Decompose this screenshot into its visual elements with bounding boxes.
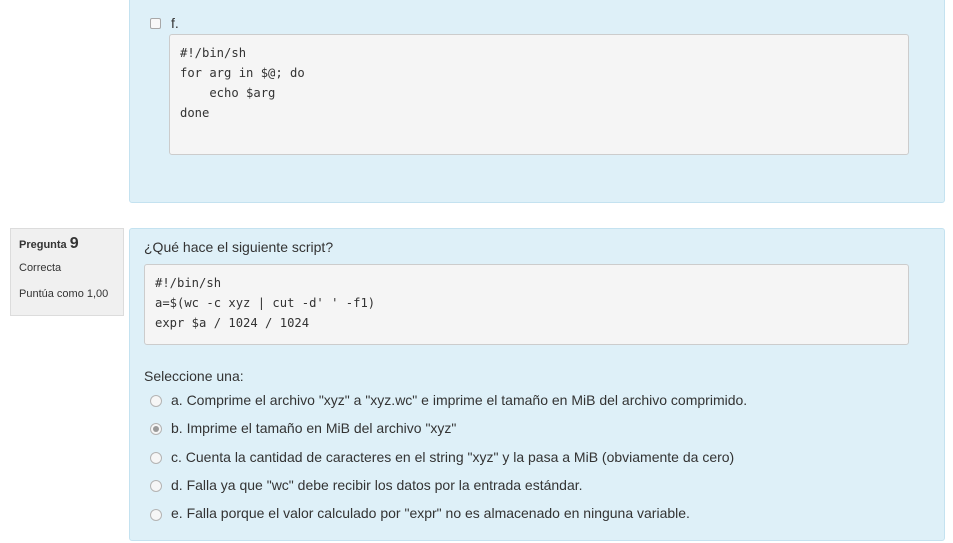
question-grade: Puntúa como 1,00 <box>19 288 109 300</box>
option-e-label[interactable]: e. Falla porque el valor calculado por "… <box>171 505 690 521</box>
option-f-code-block: #!/bin/sh for arg in $@; do echo $arg do… <box>169 34 909 155</box>
option-d-radio[interactable] <box>150 480 162 492</box>
question-info-panel: Pregunta 9 Correcta Puntúa como 1,00 <box>10 228 124 316</box>
option-d-label[interactable]: d. Falla ya que "wc" debe recibir los da… <box>171 477 583 493</box>
option-b-label[interactable]: b. Imprime el tamaño en MiB del archivo … <box>171 420 456 436</box>
option-f-checkbox[interactable] <box>150 18 161 29</box>
option-c-label[interactable]: c. Cuenta la cantidad de caracteres en e… <box>171 449 734 465</box>
option-b-radio[interactable] <box>150 423 162 435</box>
select-prompt: Seleccione una: <box>144 368 244 384</box>
option-f-label: f. <box>171 15 179 31</box>
option-a-radio[interactable] <box>150 395 162 407</box>
option-c-radio[interactable] <box>150 452 162 464</box>
question-code-block: #!/bin/sh a=$(wc -c xyz | cut -d' ' -f1)… <box>144 264 909 345</box>
option-e-radio[interactable] <box>150 509 162 521</box>
question-label: Pregunta <box>19 239 67 251</box>
question-prompt: ¿Qué hace el siguiente script? <box>144 239 334 255</box>
option-a-label[interactable]: a. Comprime el archivo "xyz" a "xyz.wc" … <box>171 392 747 408</box>
question-number: 9 <box>69 235 79 252</box>
question-status: Correcta <box>19 262 62 274</box>
